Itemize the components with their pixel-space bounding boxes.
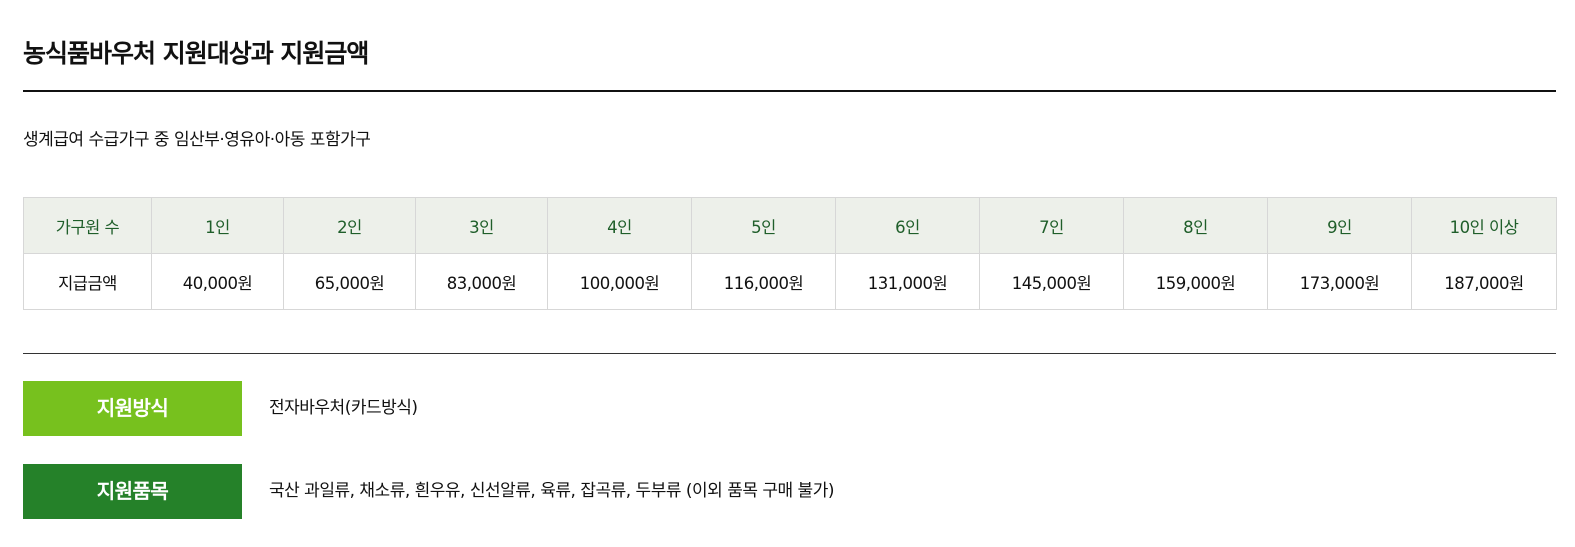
table-cell: 40,000원 xyxy=(151,253,284,310)
table-cell: 100,000원 xyxy=(547,253,692,310)
support-method-value: 전자바우처(카드방식) xyxy=(269,398,418,418)
column-header: 10인 이상 xyxy=(1411,197,1557,254)
page-title: 농식품바우처 지원대상과 지원금액 xyxy=(23,39,369,68)
table-row: 지급금액 40,000원 65,000원 83,000원 100,000원 11… xyxy=(23,253,1557,310)
section-divider xyxy=(23,353,1556,354)
column-header: 4인 xyxy=(547,197,692,254)
household-size-header: 가구원 수 xyxy=(23,197,152,254)
column-header: 1인 xyxy=(151,197,284,254)
table-cell: 159,000원 xyxy=(1123,253,1268,310)
table-cell: 131,000원 xyxy=(835,253,980,310)
table-cell: 173,000원 xyxy=(1267,253,1412,310)
table-header-row: 가구원 수 1인 2인 3인 4인 5인 6인 7인 8인 9인 10인 이상 xyxy=(23,197,1557,254)
support-items-label: 지원품목 xyxy=(23,464,242,519)
column-header: 7인 xyxy=(979,197,1124,254)
title-divider xyxy=(23,90,1556,92)
table-cell: 187,000원 xyxy=(1411,253,1557,310)
eligibility-subtitle: 생계급여 수급가구 중 임산부·영유아·아동 포함가구 xyxy=(23,130,371,150)
column-header: 5인 xyxy=(691,197,836,254)
support-amount-table: 가구원 수 1인 2인 3인 4인 5인 6인 7인 8인 9인 10인 이상 … xyxy=(23,197,1557,310)
table-cell: 65,000원 xyxy=(283,253,416,310)
column-header: 6인 xyxy=(835,197,980,254)
table-cell: 116,000원 xyxy=(691,253,836,310)
column-header: 2인 xyxy=(283,197,416,254)
column-header: 9인 xyxy=(1267,197,1412,254)
support-items-row: 지원품목 국산 과일류, 채소류, 흰우유, 신선알류, 육류, 잡곡류, 두부… xyxy=(23,464,1556,519)
payment-amount-label: 지급금액 xyxy=(23,253,152,310)
support-method-label: 지원방식 xyxy=(23,381,242,436)
table-cell: 145,000원 xyxy=(979,253,1124,310)
table-cell: 83,000원 xyxy=(415,253,548,310)
column-header: 3인 xyxy=(415,197,548,254)
support-items-value: 국산 과일류, 채소류, 흰우유, 신선알류, 육류, 잡곡류, 두부류 (이외… xyxy=(269,481,834,501)
column-header: 8인 xyxy=(1123,197,1268,254)
support-method-row: 지원방식 전자바우처(카드방식) xyxy=(23,381,1556,436)
